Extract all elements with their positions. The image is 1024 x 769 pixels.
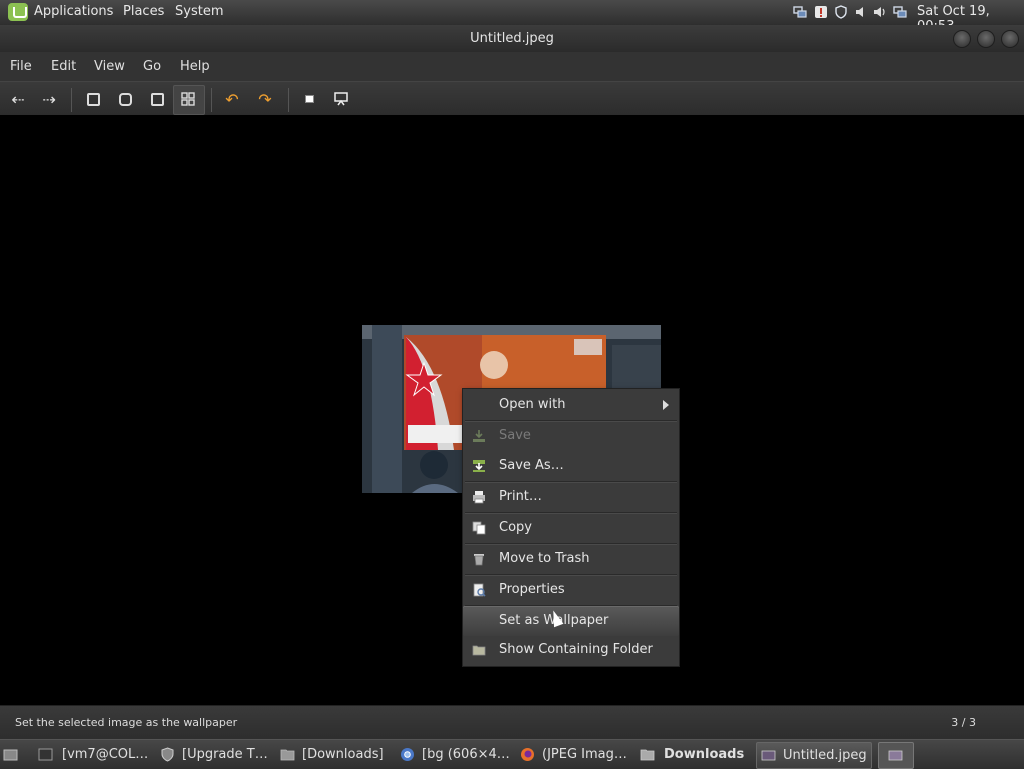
printer-icon (473, 491, 485, 504)
zoom-in-icon[interactable] (115, 89, 135, 109)
fullscreen-icon[interactable] (299, 89, 319, 109)
zoom-normal-icon[interactable] (147, 89, 167, 109)
folder-icon (472, 645, 486, 656)
menu-view[interactable]: View (94, 59, 125, 74)
volume-icon-2[interactable] (873, 5, 887, 19)
window-title: Untitled.jpeg (470, 31, 554, 46)
zoom-fit-icon[interactable] (83, 89, 103, 109)
task-downloads[interactable]: Downloads (636, 742, 750, 767)
rotate-right-icon[interactable]: ↷ (255, 89, 275, 109)
menu-edit[interactable]: Edit (51, 59, 76, 74)
status-message: Set the selected image as the wallpaper (15, 716, 238, 729)
toolbar: ⇠ ⇢ ↶ ↷ (0, 81, 1024, 116)
copy-icon (472, 521, 486, 535)
mint-menu-icon[interactable] (8, 3, 28, 21)
task-terminal[interactable]: [vm7@COL… (34, 742, 148, 767)
system-menu[interactable]: System (175, 4, 223, 19)
folder-icon (280, 749, 295, 761)
task-upgrade[interactable]: [Upgrade T… (156, 742, 268, 767)
task-untitled-jpeg[interactable]: Untitled.jpeg (756, 742, 872, 769)
toolbar-separator (71, 88, 72, 112)
shield-icon (161, 747, 174, 762)
image-viewer-icon (761, 750, 776, 761)
task-firefox[interactable]: (JPEG Imag… (516, 742, 630, 767)
save-icon (473, 430, 485, 442)
menu-item-save: Save (463, 421, 679, 451)
chromium-icon (401, 748, 414, 761)
menu-bar: File Edit View Go Help (0, 52, 1024, 81)
menu-item-set-as-wallpaper[interactable]: Set as Wallpaper (463, 606, 679, 636)
toolbar-separator (211, 88, 212, 112)
close-button[interactable] (1001, 30, 1019, 48)
volume-icon[interactable] (854, 5, 868, 19)
image-count: 3 / 3 (951, 716, 976, 729)
show-desktop-button[interactable] (0, 742, 24, 767)
gallery-icon[interactable] (178, 89, 198, 109)
taskbar: [vm7@COL… [Upgrade T… [Downloads] [bg (6… (0, 739, 1024, 769)
menu-item-copy[interactable]: Copy (463, 513, 679, 543)
firefox-icon (521, 748, 534, 761)
trash-icon (474, 554, 484, 566)
shield-icon[interactable] (834, 5, 848, 19)
places-menu[interactable]: Places (123, 4, 164, 19)
properties-icon (473, 583, 486, 597)
menu-file[interactable]: File (10, 59, 32, 74)
menu-go[interactable]: Go (143, 59, 161, 74)
folder-icon (640, 749, 655, 761)
menu-item-move-to-trash[interactable]: Move to Trash (463, 544, 679, 574)
task-chromium[interactable]: [bg (606×4… (396, 742, 510, 767)
next-icon[interactable]: ⇢ (39, 89, 59, 109)
menu-item-open-with[interactable]: Open with (463, 390, 679, 420)
save-as-icon (473, 460, 485, 472)
menu-help[interactable]: Help (180, 59, 210, 74)
update-icon[interactable] (814, 5, 828, 19)
context-menu: Open with Save Save As… Print… Copy Move… (462, 388, 680, 667)
workspace-switcher[interactable] (878, 742, 914, 769)
show-desktop-icon (3, 749, 18, 761)
maximize-button[interactable] (977, 30, 995, 48)
status-bar: Set the selected image as the wallpaper … (0, 705, 1024, 740)
window-title-bar[interactable]: Untitled.jpeg (0, 25, 1024, 52)
workspace-thumbnail-icon (888, 750, 903, 761)
network-icon[interactable] (793, 5, 807, 19)
applications-menu[interactable]: Applications (34, 4, 113, 19)
submenu-arrow-icon (663, 400, 669, 410)
previous-icon[interactable]: ⇠ (8, 89, 28, 109)
top-panel: Applications Places System Sat Oct 19, 0… (0, 0, 1024, 34)
menu-item-show-containing-folder[interactable]: Show Containing Folder (463, 635, 679, 665)
menu-item-save-as[interactable]: Save As… (463, 451, 679, 481)
menu-item-properties[interactable]: Properties (463, 575, 679, 605)
slideshow-icon[interactable] (331, 89, 351, 109)
rotate-left-icon[interactable]: ↶ (222, 89, 242, 109)
task-downloads-folder[interactable]: [Downloads] (276, 742, 388, 767)
terminal-icon (38, 748, 53, 761)
minimize-button[interactable] (953, 30, 971, 48)
menu-item-print[interactable]: Print… (463, 482, 679, 512)
network-icon-2[interactable] (893, 5, 907, 19)
toolbar-separator (288, 88, 289, 112)
